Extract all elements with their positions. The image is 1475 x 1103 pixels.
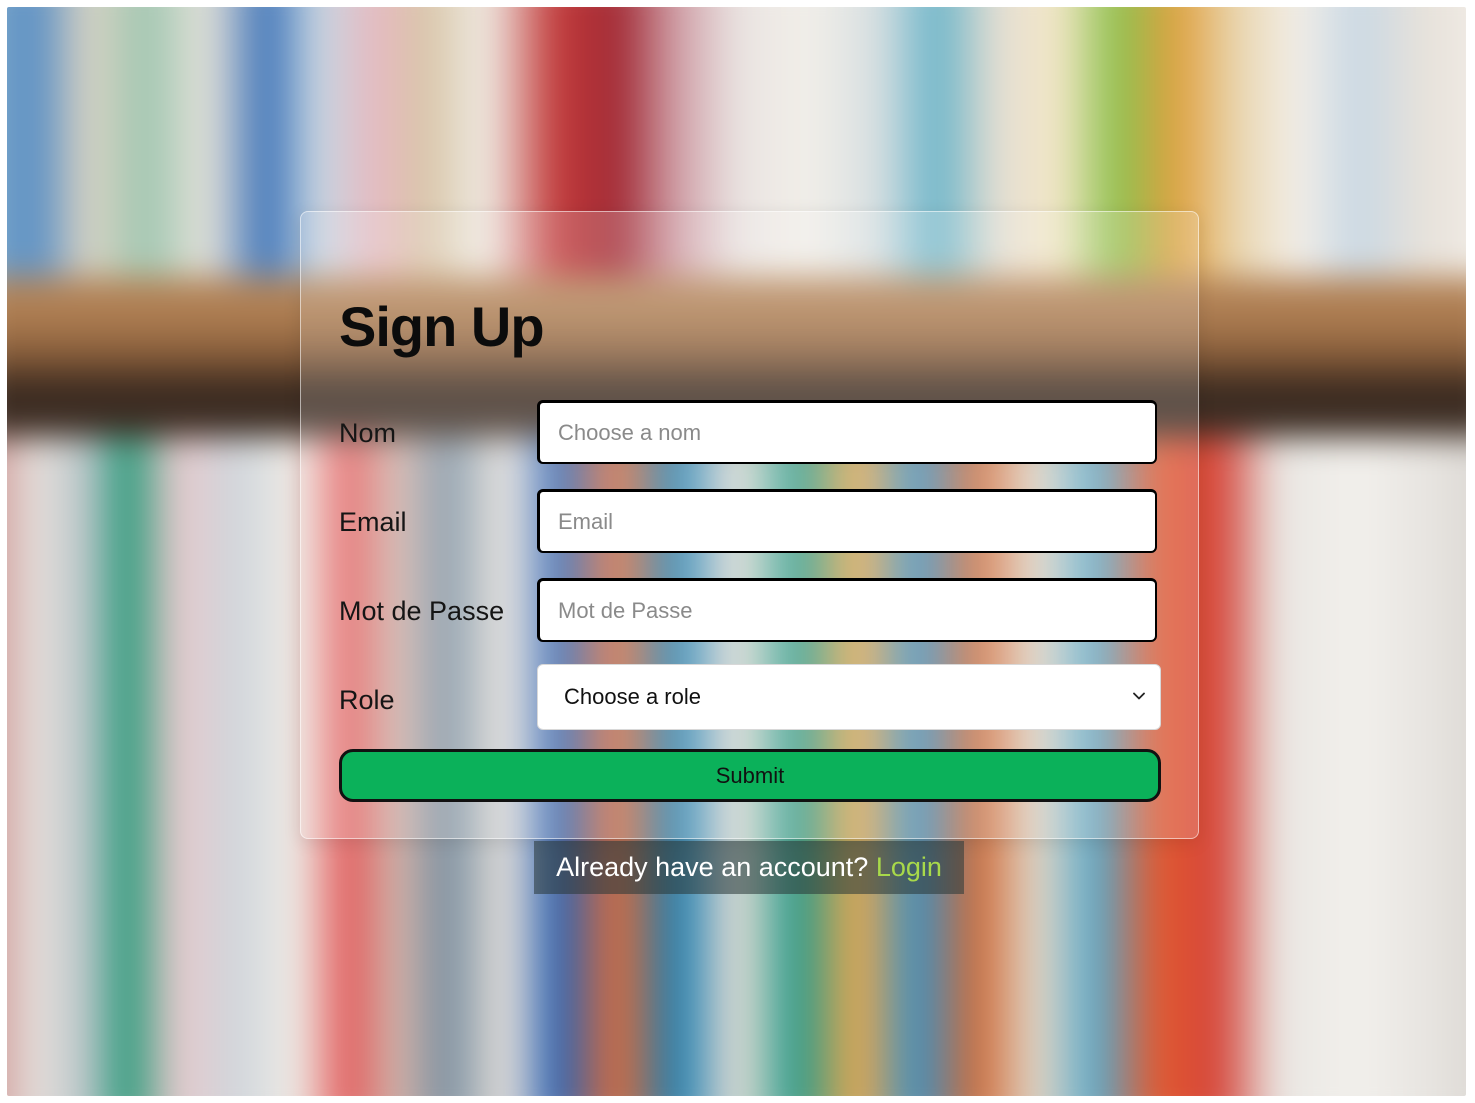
email-label: Email <box>339 507 407 537</box>
role-label: Role <box>339 685 395 715</box>
password-input[interactable] <box>537 578 1157 642</box>
email-input[interactable] <box>537 489 1157 553</box>
nom-label: Nom <box>339 418 397 448</box>
submit-button[interactable]: Submit <box>339 749 1161 802</box>
page-title: Sign Up <box>339 295 545 358</box>
role-select-value: Choose a role <box>564 684 701 709</box>
role-select[interactable]: Choose a role <box>537 664 1161 730</box>
login-link[interactable]: Login <box>876 852 942 882</box>
nom-input[interactable] <box>537 400 1157 464</box>
screen: Sign Up Nom Email Mot de Passe Role Choo… <box>7 7 1466 1096</box>
login-prompt: Already have an account? Login <box>534 841 964 894</box>
login-prompt-text: Already have an account? <box>556 852 869 882</box>
chevron-down-icon <box>1133 692 1145 700</box>
password-label: Mot de Passe <box>339 596 505 626</box>
signup-card: Sign Up Nom Email Mot de Passe Role Choo… <box>300 211 1199 839</box>
